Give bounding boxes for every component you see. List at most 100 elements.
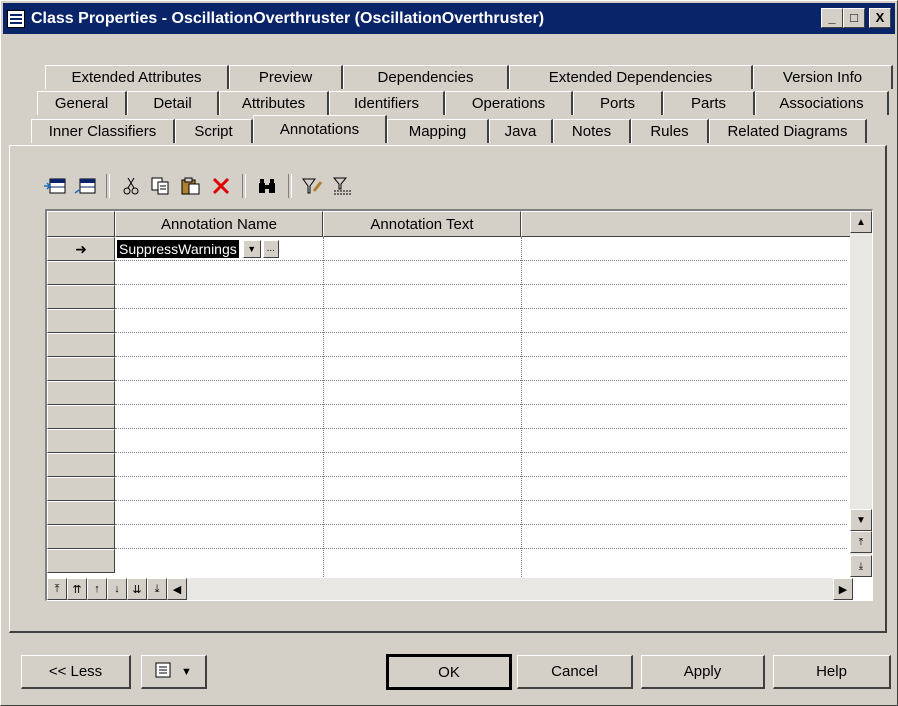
row-header[interactable] — [47, 501, 115, 525]
horizontal-scrollbar[interactable]: ⤒ ⇈ ↑ ↓ ⇊ ⤓ ◀ ▶ — [47, 578, 853, 600]
title-bar[interactable]: Class Properties - OscillationOverthrust… — [3, 3, 895, 34]
tab-related-diagrams[interactable]: Related Diagrams — [709, 119, 867, 143]
toolbar-separator — [242, 174, 246, 198]
tab-rules[interactable]: Rules — [631, 119, 709, 143]
annotation-text-cell[interactable] — [327, 241, 517, 257]
menu-dropdown-arrow-icon: ▼ — [181, 665, 192, 678]
scroll-left-icon[interactable]: ◀ — [167, 578, 187, 600]
scroll-down-icon[interactable]: ▼ — [850, 509, 872, 531]
help-button[interactable]: Help — [773, 655, 891, 689]
row-divider — [115, 308, 847, 309]
add-row-icon[interactable] — [73, 174, 97, 198]
tab-row-2: General Detail Attributes Identifiers Op… — [37, 91, 889, 115]
paste-icon[interactable] — [179, 174, 203, 198]
tab-script[interactable]: Script — [175, 119, 253, 143]
tab-attributes[interactable]: Attributes — [219, 91, 329, 115]
scroll-up-icon[interactable]: ▲ — [850, 211, 872, 233]
tab-dependencies[interactable]: Dependencies — [343, 65, 509, 89]
delete-icon[interactable] — [209, 174, 233, 198]
tab-detail[interactable]: Detail — [127, 91, 219, 115]
row-divider — [115, 284, 847, 285]
vertical-scrollbar[interactable]: ▲ ▼ ⤒ ⤓ — [850, 211, 872, 577]
row-divider — [115, 260, 847, 261]
column-header-annotation-name[interactable]: Annotation Name — [115, 211, 323, 237]
tab-mapping[interactable]: Mapping — [387, 119, 489, 143]
column-divider — [521, 237, 522, 577]
tab-associations[interactable]: Associations — [755, 91, 889, 115]
copy-icon[interactable] — [149, 174, 173, 198]
tab-row-1: Extended Attributes Preview Dependencies… — [45, 65, 893, 89]
insert-row-icon[interactable] — [43, 174, 67, 198]
grid-toolbar — [43, 171, 355, 201]
find-icon[interactable] — [255, 174, 279, 198]
menu-button[interactable]: ▼ — [141, 655, 207, 689]
toolbar-separator — [106, 174, 110, 198]
scroll-top-icon[interactable]: ⤒ — [850, 531, 872, 553]
tab-general[interactable]: General — [37, 91, 127, 115]
scroll-bottom-icon[interactable]: ⤓ — [850, 555, 872, 577]
move-page-up-icon[interactable]: ⇈ — [67, 578, 87, 600]
row-header[interactable] — [47, 357, 115, 381]
filter-clear-icon[interactable] — [331, 174, 355, 198]
tab-identifiers[interactable]: Identifiers — [329, 91, 445, 115]
move-page-down-icon[interactable]: ⇊ — [127, 578, 147, 600]
row-header[interactable] — [47, 477, 115, 501]
tab-extended-attributes[interactable]: Extended Attributes — [45, 65, 229, 89]
column-header-filler — [521, 211, 851, 237]
less-button[interactable]: << Less — [21, 655, 131, 689]
move-down-icon[interactable]: ↓ — [107, 578, 127, 600]
row-navigator: ⤒ ⇈ ↑ ↓ ⇊ ⤓ ◀ — [47, 578, 187, 600]
tab-operations[interactable]: Operations — [445, 91, 573, 115]
tab-notes[interactable]: Notes — [553, 119, 631, 143]
row-divider — [115, 452, 847, 453]
tab-preview[interactable]: Preview — [229, 65, 343, 89]
annotation-name-value[interactable]: SuppressWarnings — [117, 240, 239, 258]
column-divider — [323, 237, 324, 577]
move-bottom-icon[interactable]: ⤓ — [147, 578, 167, 600]
move-up-icon[interactable]: ↑ — [87, 578, 107, 600]
row-divider — [115, 356, 847, 357]
filter-icon[interactable] — [301, 174, 325, 198]
ok-button[interactable]: OK — [386, 654, 512, 690]
tab-version-info[interactable]: Version Info — [753, 65, 893, 89]
column-header-annotation-text[interactable]: Annotation Text — [323, 211, 521, 237]
tab-annotations[interactable]: Annotations — [253, 115, 387, 143]
tab-ports[interactable]: Ports — [573, 91, 663, 115]
list-menu-icon — [155, 662, 171, 682]
move-top-icon[interactable]: ⤒ — [47, 578, 67, 600]
row-header[interactable] — [47, 381, 115, 405]
row-divider — [115, 476, 847, 477]
window-title: Class Properties - OscillationOverthrust… — [31, 9, 545, 27]
tab-row-3: Inner Classifiers Script Annotations Map… — [31, 115, 867, 143]
cancel-button[interactable]: Cancel — [517, 655, 633, 689]
annotation-name-editor[interactable]: SuppressWarnings ▼ ... — [117, 238, 323, 260]
row-header[interactable] — [47, 261, 115, 285]
toolbar-separator — [288, 174, 292, 198]
row-header[interactable] — [47, 429, 115, 453]
class-properties-dialog: Class Properties - OscillationOverthrust… — [0, 0, 898, 706]
row-header[interactable] — [47, 549, 115, 573]
ellipsis-button[interactable]: ... — [262, 240, 279, 258]
scroll-right-icon[interactable]: ▶ — [833, 578, 853, 600]
row-header[interactable] — [47, 309, 115, 333]
row-divider — [115, 380, 847, 381]
row-header[interactable] — [47, 285, 115, 309]
maximize-button[interactable]: □ — [843, 8, 865, 28]
row-header[interactable] — [47, 333, 115, 357]
row-header-current[interactable]: ➜ — [47, 237, 115, 261]
apply-button[interactable]: Apply — [641, 655, 765, 689]
tab-parts[interactable]: Parts — [663, 91, 755, 115]
grid-corner-header — [47, 211, 115, 237]
row-header[interactable] — [47, 525, 115, 549]
current-row-arrow-icon: ➜ — [75, 240, 87, 257]
minimize-button[interactable]: _ — [821, 8, 843, 28]
tab-extended-dependencies[interactable]: Extended Dependencies — [509, 65, 753, 89]
tab-java[interactable]: Java — [489, 119, 553, 143]
row-divider — [115, 332, 847, 333]
cut-icon[interactable] — [119, 174, 143, 198]
close-button[interactable]: X — [869, 8, 891, 28]
tab-inner-classifiers[interactable]: Inner Classifiers — [31, 119, 175, 143]
dropdown-arrow-icon[interactable]: ▼ — [242, 240, 261, 258]
row-header[interactable] — [47, 405, 115, 429]
row-header[interactable] — [47, 453, 115, 477]
